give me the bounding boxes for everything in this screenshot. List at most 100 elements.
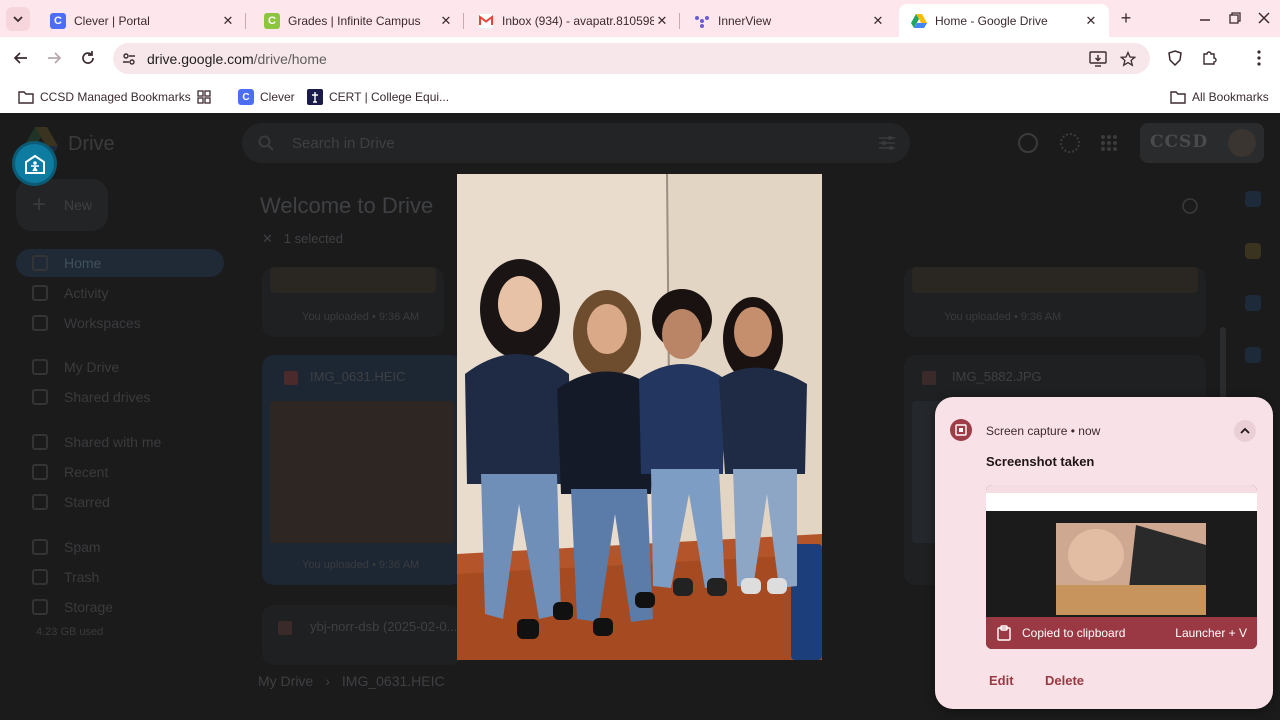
screen-capture-icon: [950, 419, 972, 441]
new-tab-button[interactable]: +: [1116, 8, 1136, 28]
page-title: Welcome to Drive: [260, 193, 434, 218]
close-icon[interactable]: ✕: [262, 231, 273, 246]
shield-icon: [1168, 50, 1182, 66]
org-badge[interactable]: CCSD: [1140, 123, 1264, 163]
extensions-button[interactable]: [1198, 47, 1220, 69]
shared-drives-icon: [32, 389, 48, 405]
file-card[interactable]: ybj-norr-dsb (2025-02-0...: [262, 605, 462, 665]
edit-button[interactable]: Edit: [989, 673, 1014, 688]
tab-separator: [463, 13, 464, 29]
google-drive-icon: [911, 13, 927, 29]
bookmark-cert[interactable]: CERT | College Equi...: [307, 86, 449, 108]
address-bar[interactable]: drive.google.com/drive/home: [113, 43, 1150, 74]
minimize-button[interactable]: [1195, 8, 1215, 28]
photo-preview: [457, 174, 822, 660]
keep-icon[interactable]: [1245, 243, 1261, 259]
nav-workspaces[interactable]: Workspaces: [16, 309, 224, 337]
install-app-icon[interactable]: [1088, 49, 1108, 69]
info-icon[interactable]: [1182, 198, 1198, 214]
screenshot-thumbnail[interactable]: Copied to clipboard Launcher + V: [986, 485, 1257, 649]
all-bookmarks[interactable]: All Bookmarks: [1170, 86, 1269, 108]
star-icon: [32, 494, 48, 510]
breadcrumb-root[interactable]: My Drive: [258, 673, 313, 689]
close-icon[interactable]: ✕: [220, 13, 236, 29]
close-icon[interactable]: ✕: [438, 13, 454, 29]
group-photo: [457, 174, 822, 660]
chevron-up-icon: [1240, 427, 1250, 434]
clever-icon: C: [50, 12, 66, 29]
window-close-button[interactable]: [1254, 8, 1274, 28]
file-card[interactable]: You uploaded • 9:36 AM: [904, 267, 1206, 337]
more-vert-icon: [1257, 50, 1261, 66]
trash-icon: [32, 569, 48, 585]
tune-icon[interactable]: [878, 135, 896, 151]
tab-title: InnerView: [718, 13, 772, 28]
new-button[interactable]: + New: [16, 179, 108, 231]
reload-button[interactable]: [77, 47, 99, 69]
nav-shared-drives[interactable]: Shared drives: [16, 383, 224, 411]
bookmark-clever[interactable]: C Clever: [238, 86, 295, 108]
file-footer: You uploaded • 9:36 AM: [302, 559, 420, 571]
tab-clever[interactable]: C Clever | Portal ✕: [38, 4, 246, 37]
collapse-button[interactable]: [1234, 420, 1256, 442]
screen-capture-notification[interactable]: Screen capture • now Screenshot taken Co…: [935, 397, 1273, 709]
help-icon[interactable]: [1018, 133, 1038, 153]
nav-starred[interactable]: Starred: [16, 488, 224, 516]
tab-google-drive[interactable]: Home - Google Drive ✕: [899, 4, 1109, 37]
cert-icon: [307, 89, 323, 105]
delete-button[interactable]: Delete: [1045, 673, 1084, 688]
nav-home[interactable]: Home: [16, 249, 224, 277]
tab-gmail[interactable]: Inbox (934) - avapatr.810598 ✕: [466, 4, 680, 37]
nav-storage[interactable]: Storage: [16, 593, 224, 621]
folder-icon: [18, 89, 34, 105]
tab-search-button[interactable]: [6, 7, 30, 31]
menu-button[interactable]: [1248, 47, 1270, 69]
close-icon: [1258, 12, 1270, 24]
tasks-icon[interactable]: [1245, 295, 1261, 311]
nav-label: My Drive: [64, 359, 120, 375]
apps-grid-icon[interactable]: [1100, 134, 1118, 152]
bookmark-ccsd-managed[interactable]: CCSD Managed Bookmarks: [18, 86, 191, 108]
star-icon[interactable]: [1118, 49, 1138, 69]
breadcrumb-file[interactable]: IMG_0631.HEIC: [342, 673, 445, 689]
close-icon[interactable]: ✕: [1083, 13, 1099, 29]
home-icon: [32, 255, 48, 271]
site-info-icon[interactable]: [119, 49, 139, 69]
calendar-icon[interactable]: [1245, 191, 1261, 207]
nav-label: Workspaces: [64, 315, 141, 331]
tab-innerview[interactable]: InnerView ✕: [682, 4, 896, 37]
infinite-campus-icon: C: [264, 12, 280, 29]
nav-recent[interactable]: Recent: [16, 458, 224, 486]
close-icon[interactable]: ✕: [654, 13, 670, 29]
nav-label: Shared drives: [64, 389, 151, 405]
nav-shared-with-me[interactable]: Shared with me: [16, 428, 224, 456]
back-button[interactable]: [10, 47, 32, 69]
shield-extension-button[interactable]: [1164, 47, 1186, 69]
settings-icon[interactable]: [1060, 133, 1080, 153]
tab-separator: [245, 13, 246, 29]
bookmark-apps[interactable]: [196, 86, 218, 108]
nav-label: Starred: [64, 494, 110, 510]
nav-trash[interactable]: Trash: [16, 563, 224, 591]
cloud-icon: [32, 599, 48, 615]
notification-title: Screenshot taken: [986, 454, 1095, 469]
nav-my-drive[interactable]: My Drive: [16, 353, 224, 381]
tab-infinite-campus[interactable]: C Grades | Infinite Campus ✕: [252, 4, 464, 37]
nav-spam[interactable]: Spam: [16, 533, 224, 561]
tab-title: Home - Google Drive: [935, 13, 1048, 28]
browser-toolbar: drive.google.com/drive/home: [0, 37, 1280, 80]
close-icon[interactable]: ✕: [870, 13, 886, 29]
drive-search[interactable]: Search in Drive: [242, 123, 910, 163]
file-card[interactable]: You uploaded • 9:36 AM: [262, 267, 444, 337]
accessibility-button[interactable]: [15, 144, 54, 183]
nav-activity[interactable]: Activity: [16, 279, 224, 307]
bookmark-label: CCSD Managed Bookmarks: [40, 90, 191, 104]
file-card-selected[interactable]: IMG_0631.HEIC You uploaded • 9:36 AM: [262, 355, 462, 585]
avatar[interactable]: [1228, 129, 1256, 157]
nav-label: Trash: [64, 569, 100, 585]
forward-button[interactable]: [43, 47, 65, 69]
tab-title: Inbox (934) - avapatr.810598: [502, 13, 654, 28]
restore-button[interactable]: [1225, 8, 1245, 28]
image-file-icon: [922, 371, 936, 385]
contacts-icon[interactable]: [1245, 347, 1261, 363]
